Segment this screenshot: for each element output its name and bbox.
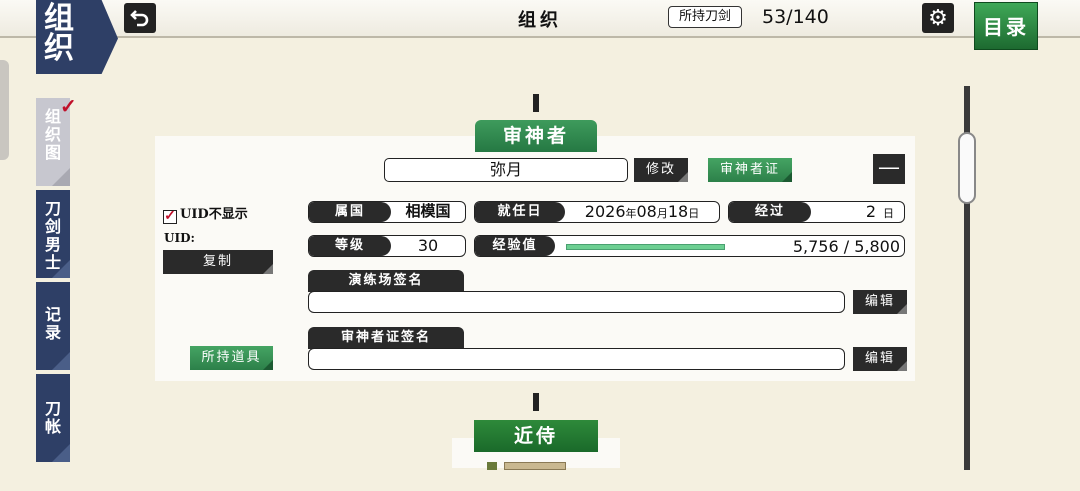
appointed-day: 18 bbox=[667, 202, 689, 221]
saniwa-header: 审神者 bbox=[475, 120, 597, 152]
edge-pull-tab[interactable] bbox=[0, 60, 9, 160]
connector-line-bottom bbox=[533, 393, 539, 411]
connector-line-top bbox=[533, 94, 539, 112]
sidebar-item-label: 记 录 bbox=[44, 305, 61, 342]
uid-hide-toggle[interactable]: ✓ UID不显示 bbox=[163, 203, 248, 224]
training-signature-field[interactable] bbox=[308, 291, 845, 313]
minus-icon: — bbox=[878, 155, 900, 180]
owned-swords-count: 53/140 bbox=[762, 6, 829, 28]
edit-name-button[interactable]: 修改 bbox=[634, 158, 688, 182]
appointed-date-value: 2026年08月18日 bbox=[565, 202, 719, 222]
owned-swords-label: 所持刀剑 bbox=[668, 6, 742, 28]
edit-training-signature-button[interactable]: 编辑 bbox=[853, 290, 907, 314]
uid-label: UID: bbox=[164, 231, 195, 245]
training-signature-label: 演练场签名 bbox=[308, 270, 464, 292]
elapsed-days-field: 经过 2 日 bbox=[728, 201, 905, 223]
section-badge: 组 织 bbox=[36, 0, 118, 74]
owned-items-button[interactable]: 所持道具 bbox=[190, 346, 273, 370]
back-button[interactable] bbox=[124, 3, 156, 33]
back-arrow-icon bbox=[130, 10, 149, 27]
sidebar-item-records[interactable]: 记 录 bbox=[36, 282, 70, 370]
day-unit: 日 bbox=[688, 207, 700, 220]
card-signature-label: 审神者证签名 bbox=[308, 327, 464, 349]
level-value: 30 bbox=[417, 236, 439, 255]
exp-label: 经验值 bbox=[475, 236, 555, 256]
settings-button[interactable]: ⚙ bbox=[922, 3, 954, 33]
level-label: 等级 bbox=[309, 236, 391, 256]
active-check-icon: ✓ bbox=[60, 94, 77, 118]
month-unit: 月 bbox=[656, 207, 668, 220]
exp-value: 5,756 / 5,800 bbox=[792, 237, 900, 256]
saniwa-name-field: 弥月 bbox=[384, 158, 628, 182]
appointed-date-label: 就任日 bbox=[475, 202, 565, 222]
collapse-button[interactable]: — bbox=[873, 154, 905, 184]
year-unit: 年 bbox=[625, 207, 637, 220]
sidebar-item-sword-ledger[interactable]: 刀 帐 bbox=[36, 374, 70, 462]
appointed-month: 08 bbox=[636, 202, 657, 221]
gear-icon: ⚙ bbox=[928, 5, 948, 31]
level-field: 等级 30 bbox=[308, 235, 466, 257]
edit-card-signature-button[interactable]: 编辑 bbox=[853, 347, 907, 371]
sidebar-item-sword-men[interactable]: 刀 剑 男 士 bbox=[36, 190, 70, 278]
country-field: 属国 相模国 bbox=[308, 201, 466, 223]
uid-hide-label: UID不显示 bbox=[180, 207, 248, 222]
sidebar-item-label: 刀 剑 男 士 bbox=[44, 199, 61, 272]
retainer-thumbnail[interactable] bbox=[504, 462, 566, 470]
saniwa-card-button[interactable]: 审神者证 bbox=[708, 158, 792, 182]
section-badge-char-2: 织 bbox=[44, 31, 76, 66]
scrollbar-thumb[interactable] bbox=[958, 132, 976, 204]
copy-uid-button[interactable]: 复制 bbox=[163, 250, 273, 274]
exp-progress-bar bbox=[566, 244, 725, 250]
page-title: 组织 bbox=[518, 10, 562, 31]
retainer-header: 近侍 bbox=[474, 420, 598, 452]
elapsed-days-label: 经过 bbox=[729, 202, 811, 222]
elapsed-days-unit: 日 bbox=[883, 207, 894, 220]
retainer-badge-icon bbox=[487, 462, 497, 470]
appointed-date-field: 就任日 2026年08月18日 bbox=[474, 201, 720, 223]
appointed-year: 2026 bbox=[584, 202, 626, 221]
country-label: 属国 bbox=[309, 202, 391, 222]
sidebar-item-label: 组 织 图 bbox=[44, 107, 61, 162]
uid-hide-checkbox[interactable]: ✓ bbox=[163, 209, 177, 224]
card-signature-field[interactable] bbox=[308, 348, 845, 370]
sidebar-item-label: 刀 帐 bbox=[44, 399, 61, 436]
country-value: 相模国 bbox=[405, 202, 451, 220]
menu-button[interactable]: 目录 bbox=[974, 2, 1038, 50]
